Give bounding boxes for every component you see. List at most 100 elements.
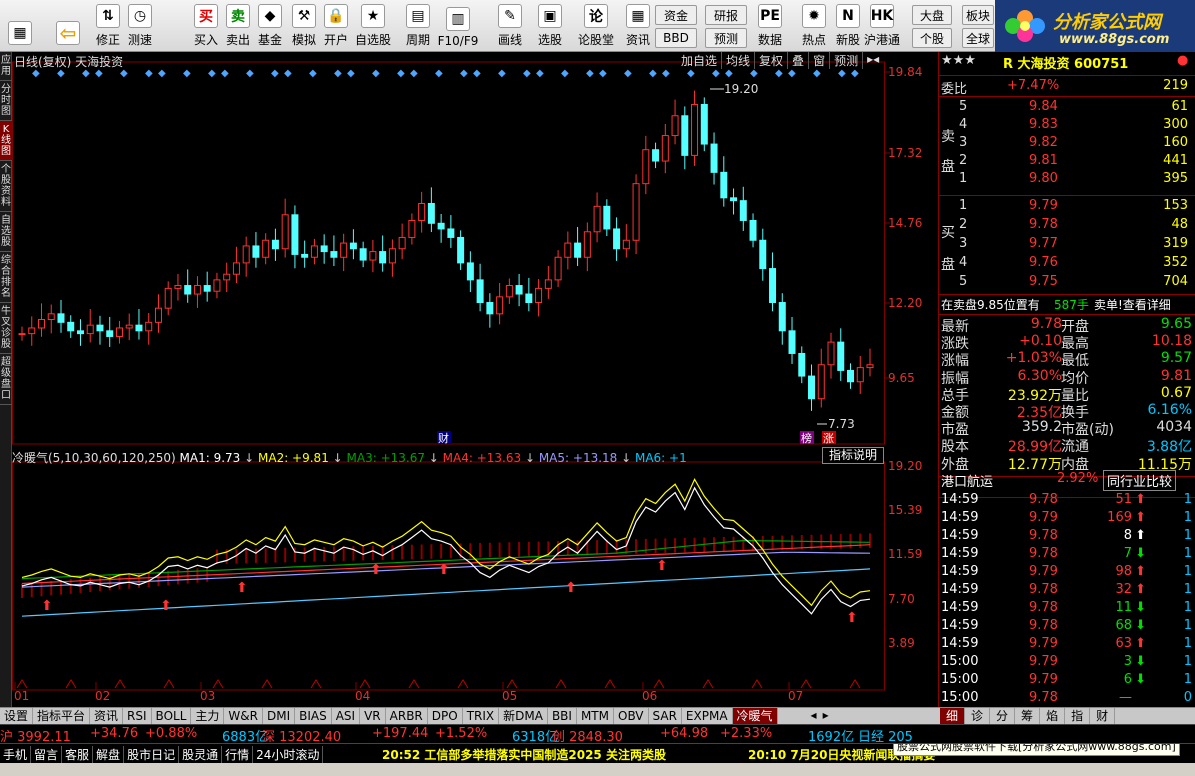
cy-index[interactable]: 创 2848.30: [552, 726, 623, 743]
windows-button[interactable]: ▦: [2, 2, 38, 50]
sector-button[interactable]: 板块: [962, 5, 994, 25]
event-diamond-icon: ◆: [271, 68, 279, 79]
right-tab-5[interactable]: 指: [1065, 708, 1091, 725]
data-button[interactable]: PE 数据: [752, 2, 788, 50]
fund-button[interactable]: ◆ 基金: [252, 2, 288, 50]
buy-button[interactable]: 买买入: [188, 2, 224, 50]
new-stock-button[interactable]: N 新股: [830, 2, 866, 50]
chart-btn-2[interactable]: 复权: [755, 52, 789, 69]
sh-index[interactable]: 沪 3992.11: [0, 726, 71, 743]
fix-button[interactable]: ⇅ 修正: [90, 2, 126, 50]
chart-btn-3[interactable]: 叠: [788, 52, 810, 69]
indicator-help-button[interactable]: 指标说明: [822, 447, 884, 464]
watchlist-button[interactable]: ★ 自选股: [355, 2, 391, 50]
candle-body: [544, 279, 552, 289]
draw-button[interactable]: ✎ 画线: [492, 2, 528, 50]
indicator-tab-5[interactable]: 主力: [191, 708, 225, 724]
forum-button[interactable]: 论论股堂: [578, 2, 614, 50]
forecast-button[interactable]: 预测: [705, 28, 747, 48]
indicator-tab-14[interactable]: 新DMA: [499, 708, 548, 724]
left-tab-5[interactable]: 综合排名: [0, 252, 12, 303]
footer-link-7[interactable]: 24小时滚动: [253, 746, 324, 763]
simulate-button[interactable]: ⚒ 模拟: [286, 2, 322, 50]
indicator-tab-0[interactable]: 设置: [0, 708, 34, 724]
chart-btn-4[interactable]: 窗: [809, 52, 831, 69]
indicator-tab-8[interactable]: BIAS: [295, 708, 332, 724]
indicator-tab-13[interactable]: TRIX: [463, 708, 500, 724]
indicator-tab-12[interactable]: DPO: [428, 708, 463, 724]
news-button[interactable]: ▦ 资讯: [620, 2, 656, 50]
indicator-tab-20[interactable]: 冷暖气: [732, 708, 778, 724]
sz-index[interactable]: 深 13202.40: [262, 726, 341, 743]
global-button[interactable]: 全球: [962, 28, 994, 48]
f10-button[interactable]: ▥ F10/F9: [438, 2, 478, 50]
indicator-tab-7[interactable]: DMI: [263, 708, 296, 724]
footer-link-3[interactable]: 解盘: [93, 746, 125, 763]
tab-scroll-right-icon[interactable]: ▸: [820, 708, 832, 724]
down-arrow-icon: ⬇: [1135, 672, 1146, 687]
footer-link-1[interactable]: 留言: [31, 746, 63, 763]
indicator-tab-6[interactable]: W&R: [224, 708, 263, 724]
ad-banner[interactable]: 股票公式网股票软件下载[分析家公式网www.88gs.com]: [893, 744, 1180, 756]
left-tab-4[interactable]: 自选股: [0, 212, 12, 252]
footer-link-2[interactable]: 客服: [62, 746, 94, 763]
chart-btn-1[interactable]: 均线: [722, 52, 756, 69]
indicator-tab-3[interactable]: RSI: [123, 708, 152, 724]
chart-btn-0[interactable]: 加自选: [677, 52, 723, 69]
candle-body: [379, 251, 387, 264]
open-account-button[interactable]: 🔒 开户: [318, 2, 354, 50]
back-button[interactable]: ⇦: [50, 2, 86, 50]
sector-name[interactable]: 港口航运: [941, 471, 993, 490]
indicator-tab-17[interactable]: OBV: [614, 708, 649, 724]
notice-detail-link[interactable]: 卖单!查看详细: [1094, 296, 1171, 313]
right-tab-4[interactable]: 焰: [1040, 708, 1066, 725]
footer-link-6[interactable]: 行情: [222, 746, 254, 763]
right-tab-6[interactable]: 财: [1090, 708, 1116, 725]
left-tab-3[interactable]: 个股资料: [0, 161, 12, 212]
kline-chart-area[interactable]: 19.84 17.32 14.76 12.20 9.65 19.20 15.39 11.59 7…: [12, 52, 938, 707]
indicator-tab-19[interactable]: EXPMA: [682, 708, 733, 724]
clock-icon: ◷: [128, 4, 152, 28]
hk-connect-button[interactable]: HK 沪港通: [864, 2, 900, 50]
left-tab-2[interactable]: K线图: [0, 121, 12, 161]
left-tab-1[interactable]: 分时图: [0, 81, 12, 121]
indicator-tab-15[interactable]: BBI: [548, 708, 577, 724]
right-tab-1[interactable]: 诊: [965, 708, 991, 725]
industry-compare-button[interactable]: 同行业比较: [1103, 470, 1177, 491]
circle-logo-icon[interactable]: ●: [1177, 53, 1188, 68]
footer-link-4[interactable]: 股市日记: [124, 746, 180, 763]
research-button[interactable]: 研报: [705, 5, 747, 25]
indicator-tab-16[interactable]: MTM: [577, 708, 614, 724]
bottom-triangle-marker: [408, 679, 420, 689]
left-tab-7[interactable]: 超级盘口: [0, 354, 12, 405]
left-tab-0[interactable]: 应用: [0, 52, 12, 81]
footer-link-5[interactable]: 股灵通: [179, 746, 223, 763]
hot-button[interactable]: ✹ 热点: [796, 2, 832, 50]
tab-scroll-left-icon[interactable]: ◂: [808, 708, 820, 724]
indicator-tab-10[interactable]: VR: [360, 708, 386, 724]
indicator-tab-9[interactable]: ASI: [332, 708, 361, 724]
right-tab-0[interactable]: 细: [940, 708, 966, 725]
market-button[interactable]: 大盘: [912, 5, 952, 25]
right-tab-2[interactable]: 分: [990, 708, 1016, 725]
up-arrow-icon: ⬆: [1135, 582, 1146, 597]
measure-button[interactable]: ◷ 测速: [122, 2, 158, 50]
right-tab-3[interactable]: 筹: [1015, 708, 1041, 725]
capital-button[interactable]: 资金: [655, 5, 697, 25]
chart-expand-icon[interactable]: ▸◂: [863, 52, 883, 69]
indicator-tab-4[interactable]: BOLL: [152, 708, 192, 724]
stock-button[interactable]: 个股: [912, 28, 952, 48]
period-button[interactable]: ▤ 周期: [400, 2, 436, 50]
chart-btn-5[interactable]: 预测: [830, 52, 864, 69]
bbd-button[interactable]: BBD: [655, 28, 697, 48]
pick-stock-button[interactable]: ▣ 选股: [532, 2, 568, 50]
footer-link-0[interactable]: 手机: [0, 746, 32, 763]
left-tab-6[interactable]: 牛叉诊股: [0, 303, 12, 354]
indicator-tab-11[interactable]: ARBR: [386, 708, 428, 724]
indicator-tab-2[interactable]: 资讯: [90, 708, 124, 724]
indicator-tab-18[interactable]: SAR: [649, 708, 682, 724]
sell-button[interactable]: 卖卖出: [220, 2, 256, 50]
indicator-tab-1[interactable]: 指标平台: [33, 708, 91, 724]
nikkei-index[interactable]: 日经 205: [858, 726, 913, 743]
news-headline-1[interactable]: 20:52 工信部多举措落实中国制造2025 关注两类股: [382, 746, 666, 763]
